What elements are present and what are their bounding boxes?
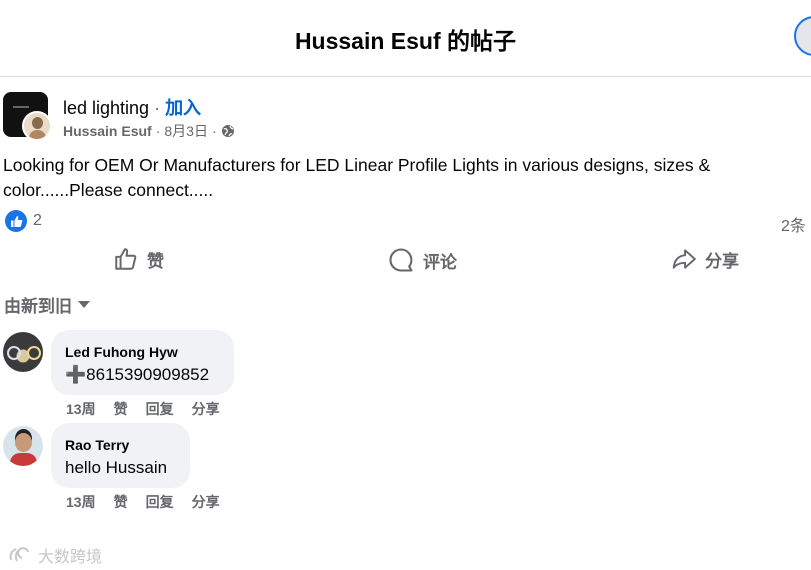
like-icon [5,210,27,232]
commenter-name[interactable]: Rao Terry [65,437,129,453]
post-body: Looking for OEM Or Manufacturers for LED… [3,155,711,200]
comment-bubble: Led Fuhong Hyw ➕8615390909852 [51,330,234,395]
comment-count[interactable]: 2条 [781,212,806,236]
reactions-summary[interactable]: 2 [5,210,42,232]
join-button[interactable]: 加入 [165,98,201,118]
page-title: Hussain Esuf 的帖子 [294,28,517,54]
comment-like-button[interactable]: 赞 [114,492,128,512]
group-line: led lighting · 加入 [63,94,201,120]
share-button[interactable]: 分享 [671,246,739,272]
comment-reply-button[interactable]: 回复 [146,399,174,419]
like-label: 赞 [147,251,164,271]
meta-separator: · [211,123,217,139]
watermark-text: 大数跨境 [38,549,103,566]
dialog-header: Hussain Esuf 的帖子 [0,0,811,77]
reaction-count: 2 [33,212,42,229]
comment-time[interactable]: 13周 [66,399,96,419]
comment-button[interactable]: 评论 [387,246,457,274]
like-button[interactable]: 赞 [113,246,164,272]
comment-label: 评论 [423,252,457,272]
globe-icon [221,124,235,138]
meta-separator: · [155,123,161,139]
post-avatar[interactable] [3,92,53,142]
group-name-link[interactable]: led lighting [63,98,149,118]
commenter-avatar[interactable] [3,332,43,372]
comment-bubble: Rao Terry hello Hussain [51,423,190,488]
author-avatar[interactable] [22,111,52,141]
author-link[interactable]: Hussain Esuf [63,123,152,139]
comment-share-button[interactable]: 分享 [192,492,220,512]
sort-label: 由新到旧 [4,297,72,316]
commenter-name[interactable]: Led Fuhong Hyw [65,344,178,360]
post-date[interactable]: 8月3日 [164,121,208,141]
comment-time[interactable]: 13周 [66,492,96,512]
share-label: 分享 [705,251,739,271]
comment-actions: 13周 赞 回复 分享 [66,492,238,512]
comment-sort-dropdown[interactable]: 由新到旧 [4,292,90,317]
post-actions: 赞 评论 分享 [0,240,811,280]
comment-share-button[interactable]: 分享 [192,399,220,419]
comment-like-button[interactable]: 赞 [114,399,128,419]
watermark-logo-icon [9,547,29,562]
comment-reply-button[interactable]: 回复 [146,492,174,512]
share-arrow-icon [672,249,696,269]
comment-actions: 13周 赞 回复 分享 [66,399,238,419]
thumbs-up-icon [115,248,137,270]
separator: · [149,98,166,118]
comment-text: hello Hussain [65,458,168,477]
caret-down-icon [78,301,90,308]
commenter-avatar[interactable] [3,426,43,466]
post-meta: Hussain Esuf · 8月3日 · [63,121,235,141]
comment-text: ➕8615390909852 [65,365,210,384]
comment-icon [389,248,413,272]
watermark: 大数跨境 [8,543,102,567]
